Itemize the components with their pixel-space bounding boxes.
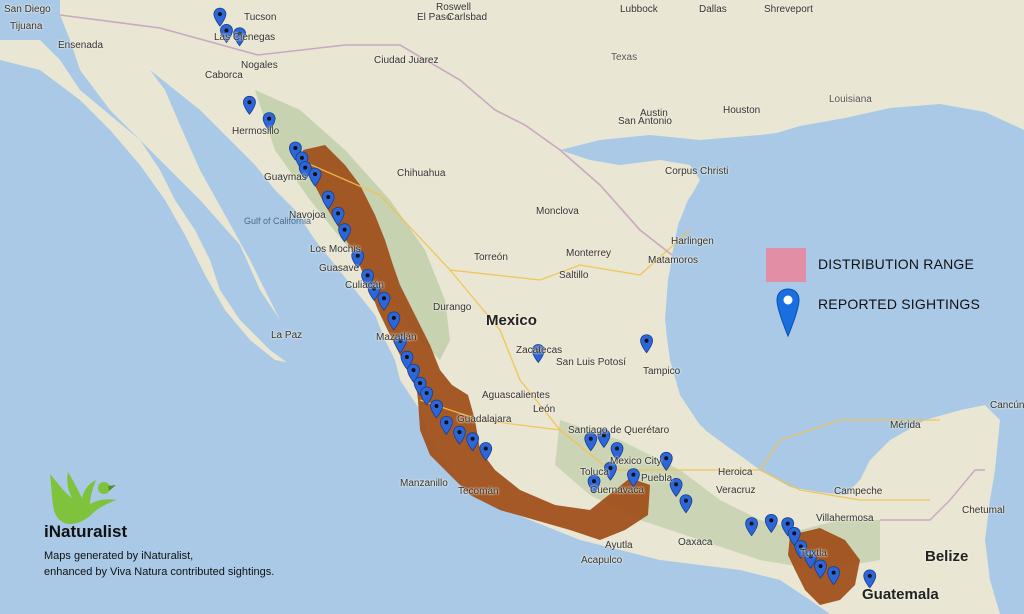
sighting-pin[interactable] — [377, 291, 391, 311]
label-monterrey: Monterrey — [566, 248, 612, 259]
sighting-pin[interactable] — [679, 494, 693, 514]
label-shreveport: Shreveport — [764, 4, 813, 15]
legend-sightings-label: REPORTED SIGHTINGS — [818, 296, 981, 312]
credit-line-2: enhanced by Viva Natura contributed sigh… — [44, 566, 275, 578]
label-chihuahua: Chihuahua — [397, 168, 446, 179]
label-merida: Mérida — [890, 420, 921, 431]
label-heroica: Heroica — [718, 467, 753, 478]
sighting-pin[interactable] — [627, 468, 640, 488]
sighting-pin[interactable] — [659, 451, 673, 471]
label-corpus-christi: Corpus Christi — [665, 166, 729, 177]
label-ayutla: Ayutla — [605, 540, 633, 551]
label-la-paz: La Paz — [271, 330, 303, 341]
label-dallas: Dallas — [699, 4, 727, 15]
label-san-luis-potosi: San Luis Potosí — [556, 357, 627, 368]
label-los-mochis: Los Mochis — [310, 244, 361, 255]
label-gulf-of-california: Gulf of California — [244, 216, 312, 226]
map-legend: DISTRIBUTION RANGE REPORTED SIGHTINGS — [766, 244, 1016, 354]
label-belize: Belize — [925, 548, 969, 565]
label-acapulco: Acapulco — [581, 555, 623, 566]
inaturalist-bird-icon — [50, 472, 116, 524]
label-ensenada: Ensenada — [58, 40, 104, 51]
map-pin-icon — [776, 288, 800, 338]
label-guadalajara: Guadalajara — [457, 414, 512, 425]
label-veracruz: Veracruz — [716, 485, 756, 496]
credit-line-1: Maps generated by iNaturalist, — [44, 550, 194, 562]
label-texas: Texas — [611, 52, 638, 63]
label-mexico-city: Mexico City — [610, 456, 662, 467]
sighting-pin[interactable] — [479, 442, 493, 462]
sighting-pin[interactable] — [640, 334, 653, 354]
label-toluca: Toluca — [580, 467, 609, 478]
label-louisiana: Louisiana — [829, 94, 872, 105]
label-guasave: Guasave — [319, 263, 360, 274]
sighting-pin[interactable] — [213, 7, 227, 27]
sighting-pin[interactable] — [453, 425, 466, 445]
label-san-antonio: San Antonio — [618, 116, 672, 127]
label-durango: Durango — [433, 302, 472, 313]
label-cancun: Cancún — [990, 400, 1024, 411]
label-guaymas: Guaymas — [264, 172, 307, 183]
label-caborca: Caborca — [205, 70, 243, 81]
sighting-pin[interactable] — [745, 517, 758, 537]
label-zacatecas: Zacatecas — [516, 345, 563, 356]
label-puebla: Puebla — [641, 473, 673, 484]
sighting-pin[interactable] — [420, 386, 434, 406]
label-manzanillo: Manzanillo — [400, 478, 448, 489]
sighting-pin[interactable] — [430, 399, 443, 419]
label-aguascalientes: Aguascalientes — [482, 390, 550, 401]
label-villahermosa: Villahermosa — [816, 513, 874, 524]
inaturalist-brand: iNaturalist — [44, 522, 128, 541]
label-guatemala: Guatemala — [862, 586, 939, 603]
label-tijuana: Tijuana — [10, 21, 43, 32]
label-cuernavaca: Cuernavaca — [590, 485, 644, 496]
distribution-range-swatch — [766, 248, 806, 282]
sighting-pin[interactable] — [321, 190, 335, 210]
label-leon: León — [533, 404, 556, 415]
label-saltillo: Saltillo — [559, 270, 589, 281]
sighting-pin[interactable] — [331, 206, 345, 226]
legend-range-label: DISTRIBUTION RANGE — [818, 256, 975, 272]
inaturalist-credits: iNaturalist Maps generated by iNaturalis… — [40, 468, 340, 588]
label-matamoros: Matamoros — [648, 255, 699, 266]
label-mexico: Mexico — [486, 312, 537, 329]
sighting-pin[interactable] — [308, 167, 322, 187]
label-oaxaca: Oaxaca — [678, 537, 713, 548]
label-campeche: Campeche — [834, 486, 883, 497]
label-tecoman: Tecomán — [458, 486, 499, 497]
label-tucson: Tucson — [244, 12, 277, 23]
sighting-pin[interactable] — [827, 566, 841, 586]
label-las-cienegas: Las Cienegas — [214, 32, 276, 43]
label-torreon: Torreón — [474, 252, 508, 263]
label-carlsbad: Carlsbad — [447, 12, 488, 23]
label-chetumal: Chetumal — [962, 505, 1005, 516]
label-tampico: Tampico — [643, 366, 681, 377]
label-mazatlan: Mazatlán — [376, 332, 417, 343]
label-nogales: Nogales — [241, 60, 278, 71]
label-hermosillo: Hermosillo — [232, 126, 280, 137]
sighting-pin[interactable] — [814, 559, 827, 579]
label-ciudad-juarez: Ciudad Juarez — [374, 55, 439, 66]
sighting-pin[interactable] — [466, 432, 480, 452]
label-lubbock: Lubbock — [620, 4, 658, 15]
sighting-pin[interactable] — [439, 415, 453, 436]
sighting-pin[interactable] — [338, 223, 352, 243]
sighting-pin[interactable] — [764, 513, 778, 533]
label-san-diego: San Diego — [4, 4, 51, 15]
sighting-pin[interactable] — [243, 95, 256, 115]
label-tuxtla: Tuxtla — [800, 548, 827, 559]
sighting-pin[interactable] — [387, 311, 401, 331]
label-queretaro: Santiago de Querétaro — [568, 425, 670, 436]
label-culiacan: Culiacán — [345, 280, 384, 291]
label-monclova: Monclova — [536, 206, 579, 217]
label-houston: Houston — [723, 105, 761, 116]
label-harlingen: Harlingen — [671, 236, 714, 247]
